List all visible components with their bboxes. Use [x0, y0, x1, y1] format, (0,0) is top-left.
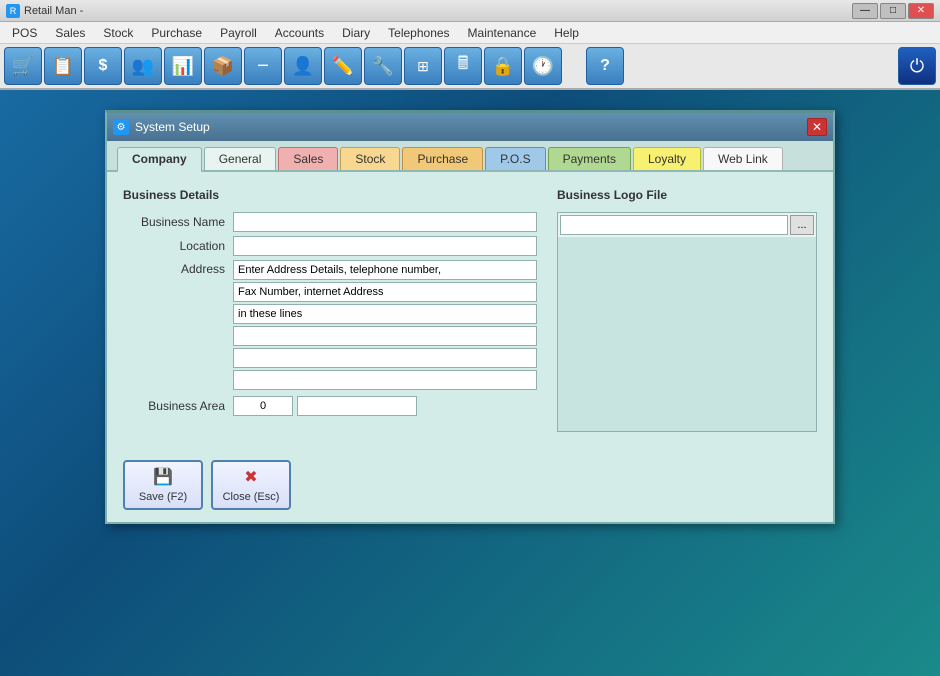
dialog-footer: 💾 Save (F2) ✖ Close (Esc) — [107, 448, 833, 522]
power-button[interactable]: ⏻ — [898, 47, 936, 85]
edit-button[interactable]: ✏️ — [324, 47, 362, 85]
logo-path-input[interactable] — [560, 215, 788, 235]
menu-payroll[interactable]: Payroll — [212, 24, 265, 42]
address-line-3[interactable] — [233, 304, 537, 324]
tab-general[interactable]: General — [204, 147, 277, 170]
logo-preview — [558, 237, 816, 431]
dollar-button[interactable]: $ — [84, 47, 122, 85]
title-bar-left: R Retail Man - — [6, 4, 83, 18]
business-name-row: Business Name — [123, 212, 537, 232]
menu-help[interactable]: Help — [546, 24, 587, 42]
dialog-close-button[interactable]: ✕ — [807, 118, 827, 136]
business-name-input[interactable] — [233, 212, 537, 232]
address-lines — [233, 260, 537, 390]
menu-accounts[interactable]: Accounts — [267, 24, 332, 42]
grid-button[interactable]: ⊞ — [404, 47, 442, 85]
location-input[interactable] — [233, 236, 537, 256]
logo-header: ... — [558, 213, 816, 237]
form-columns: Business Details Business Name Location … — [123, 188, 817, 432]
tab-company[interactable]: Company — [117, 147, 202, 172]
tab-sales[interactable]: Sales — [278, 147, 338, 170]
minus-button[interactable]: − — [244, 47, 282, 85]
clock-button[interactable]: 🕐 — [524, 47, 562, 85]
tabs-row: Company General Sales Stock Purchase P.O… — [107, 141, 833, 172]
title-bar: R Retail Man - — □ ✕ — [0, 0, 940, 22]
save-button[interactable]: 💾 Save (F2) — [123, 460, 203, 510]
chart-button[interactable]: 📊 — [164, 47, 202, 85]
business-area-row: Business Area — [123, 396, 537, 416]
menu-pos[interactable]: POS — [4, 24, 45, 42]
menu-telephones[interactable]: Telephones — [380, 24, 457, 42]
dialog-body: Business Details Business Name Location … — [107, 172, 833, 448]
save-icon: 💾 — [151, 467, 175, 487]
business-area-label: Business Area — [123, 399, 233, 413]
address-line-2[interactable] — [233, 282, 537, 302]
calc-button[interactable]: 🖩 — [444, 47, 482, 85]
main-area: ⚙ System Setup ✕ Company General Sales S… — [0, 90, 940, 676]
save-label: Save (F2) — [139, 491, 187, 503]
tools-button[interactable]: 🔧 — [364, 47, 402, 85]
close-label: Close (Esc) — [223, 491, 280, 503]
dialog-title: System Setup — [135, 120, 210, 134]
minimize-button[interactable]: — — [852, 3, 878, 19]
pos-button[interactable]: 🛒 — [4, 47, 42, 85]
address-line-1[interactable] — [233, 260, 537, 280]
business-logo-title: Business Logo File — [557, 188, 817, 202]
business-area-input2[interactable] — [297, 396, 417, 416]
location-label: Location — [123, 239, 233, 253]
app-icon: R — [6, 4, 20, 18]
address-line-4[interactable] — [233, 326, 537, 346]
people-button[interactable]: 👥 — [124, 47, 162, 85]
menu-stock[interactable]: Stock — [95, 24, 141, 42]
tab-loyalty[interactable]: Loyalty — [633, 147, 701, 170]
tab-payments[interactable]: Payments — [548, 147, 631, 170]
app-title: Retail Man - — [24, 5, 83, 17]
menu-purchase[interactable]: Purchase — [143, 24, 210, 42]
logo-browse-button[interactable]: ... — [790, 215, 814, 235]
close-button[interactable]: ✕ — [908, 3, 934, 19]
address-label: Address — [123, 260, 233, 390]
maximize-button[interactable]: □ — [880, 3, 906, 19]
menu-sales[interactable]: Sales — [47, 24, 93, 42]
close-icon: ✖ — [239, 467, 263, 487]
logo-box: ... — [557, 212, 817, 432]
location-row: Location — [123, 236, 537, 256]
menu-maintenance[interactable]: Maintenance — [460, 24, 545, 42]
menu-bar: POS Sales Stock Purchase Payroll Account… — [0, 22, 940, 44]
business-name-label: Business Name — [123, 215, 233, 229]
toolbar: 🛒 📋 $ 👥 📊 📦 − 👤 ✏️ 🔧 ⊞ 🖩 🔒 🕐 ? ⏻ — [0, 44, 940, 90]
left-panel: Business Details Business Name Location … — [123, 188, 537, 432]
tab-stock[interactable]: Stock — [340, 147, 400, 170]
dialog-icon: ⚙ — [113, 119, 129, 135]
system-setup-dialog: ⚙ System Setup ✕ Company General Sales S… — [105, 110, 835, 524]
right-panel: Business Logo File ... — [557, 188, 817, 432]
window-controls: — □ ✕ — [852, 3, 934, 19]
address-line-5[interactable] — [233, 348, 537, 368]
dialog-title-bar: ⚙ System Setup ✕ — [107, 113, 833, 141]
address-line-6[interactable] — [233, 370, 537, 390]
menu-diary[interactable]: Diary — [334, 24, 378, 42]
address-section: Address — [123, 260, 537, 390]
tab-purchase[interactable]: Purchase — [402, 147, 483, 170]
close-dialog-button[interactable]: ✖ Close (Esc) — [211, 460, 291, 510]
person-button[interactable]: 👤 — [284, 47, 322, 85]
box-button[interactable]: 📦 — [204, 47, 242, 85]
business-details-title: Business Details — [123, 188, 537, 202]
lock-button[interactable]: 🔒 — [484, 47, 522, 85]
business-area-input[interactable] — [233, 396, 293, 416]
help-button[interactable]: ? — [586, 47, 624, 85]
dialog-title-left: ⚙ System Setup — [113, 119, 210, 135]
document-button[interactable]: 📋 — [44, 47, 82, 85]
tab-weblink[interactable]: Web Link — [703, 147, 783, 170]
tab-pos[interactable]: P.O.S — [485, 147, 545, 170]
